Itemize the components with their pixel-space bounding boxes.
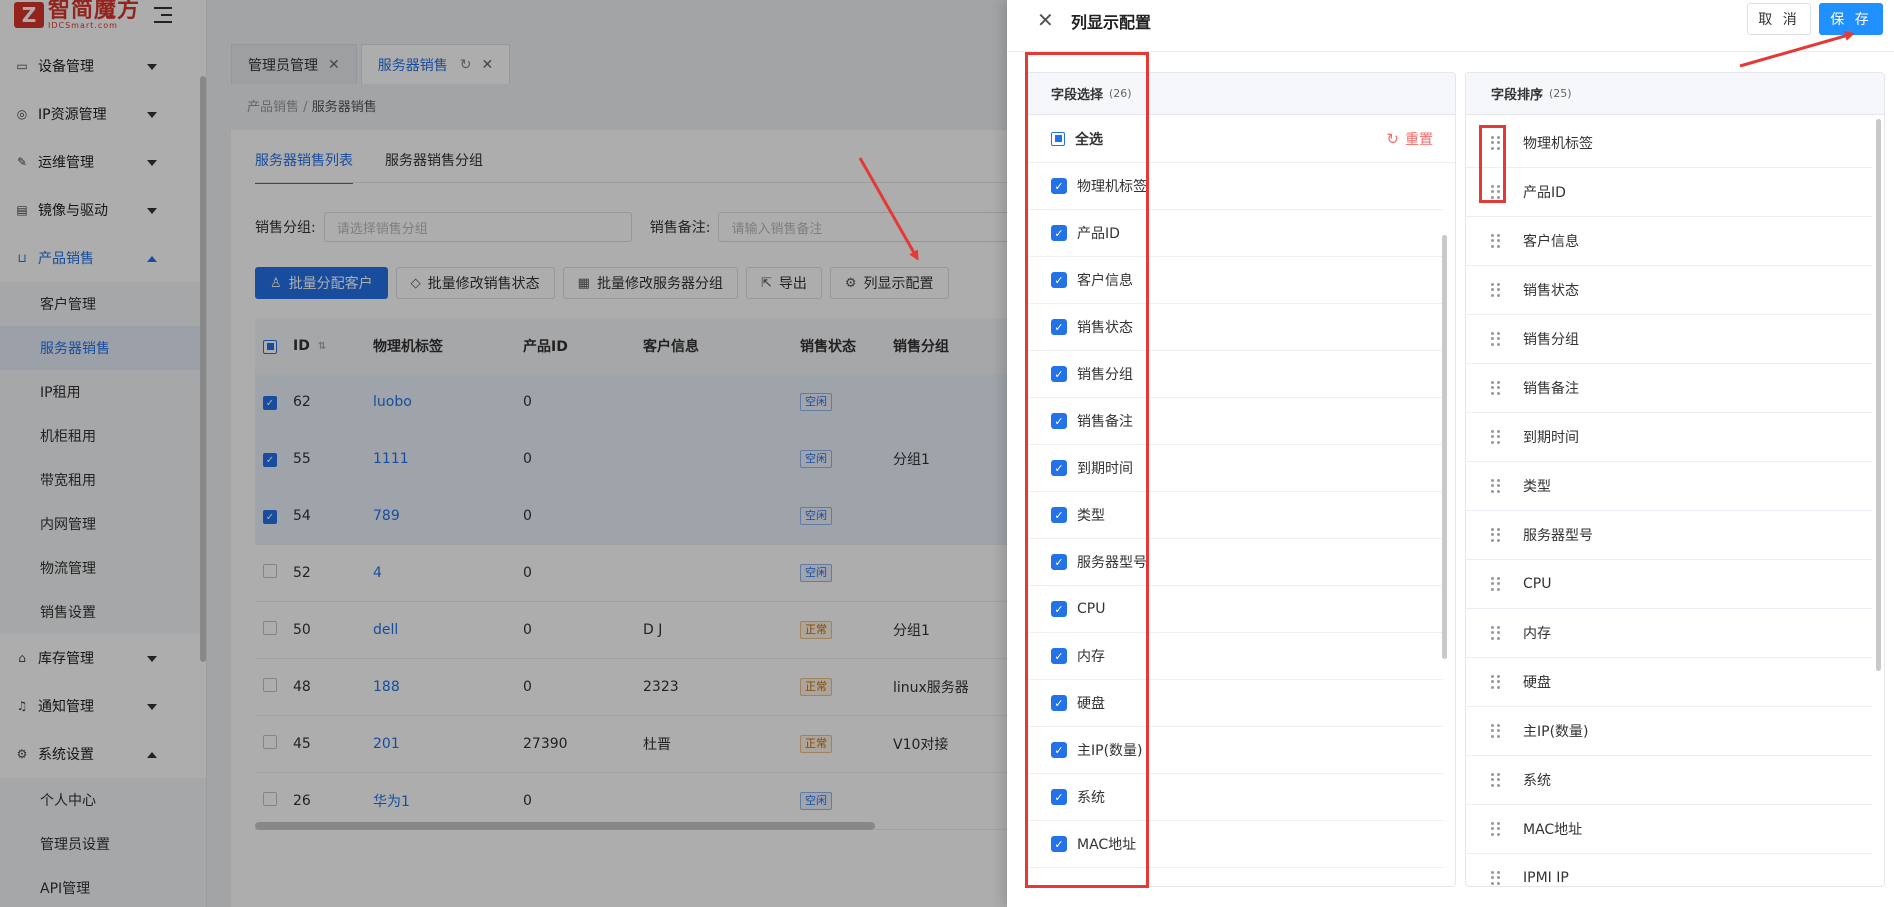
arrow-to-column-config — [858, 157, 919, 261]
annotation-arrows — [858, 31, 1855, 261]
arrow-to-save — [1739, 31, 1855, 68]
